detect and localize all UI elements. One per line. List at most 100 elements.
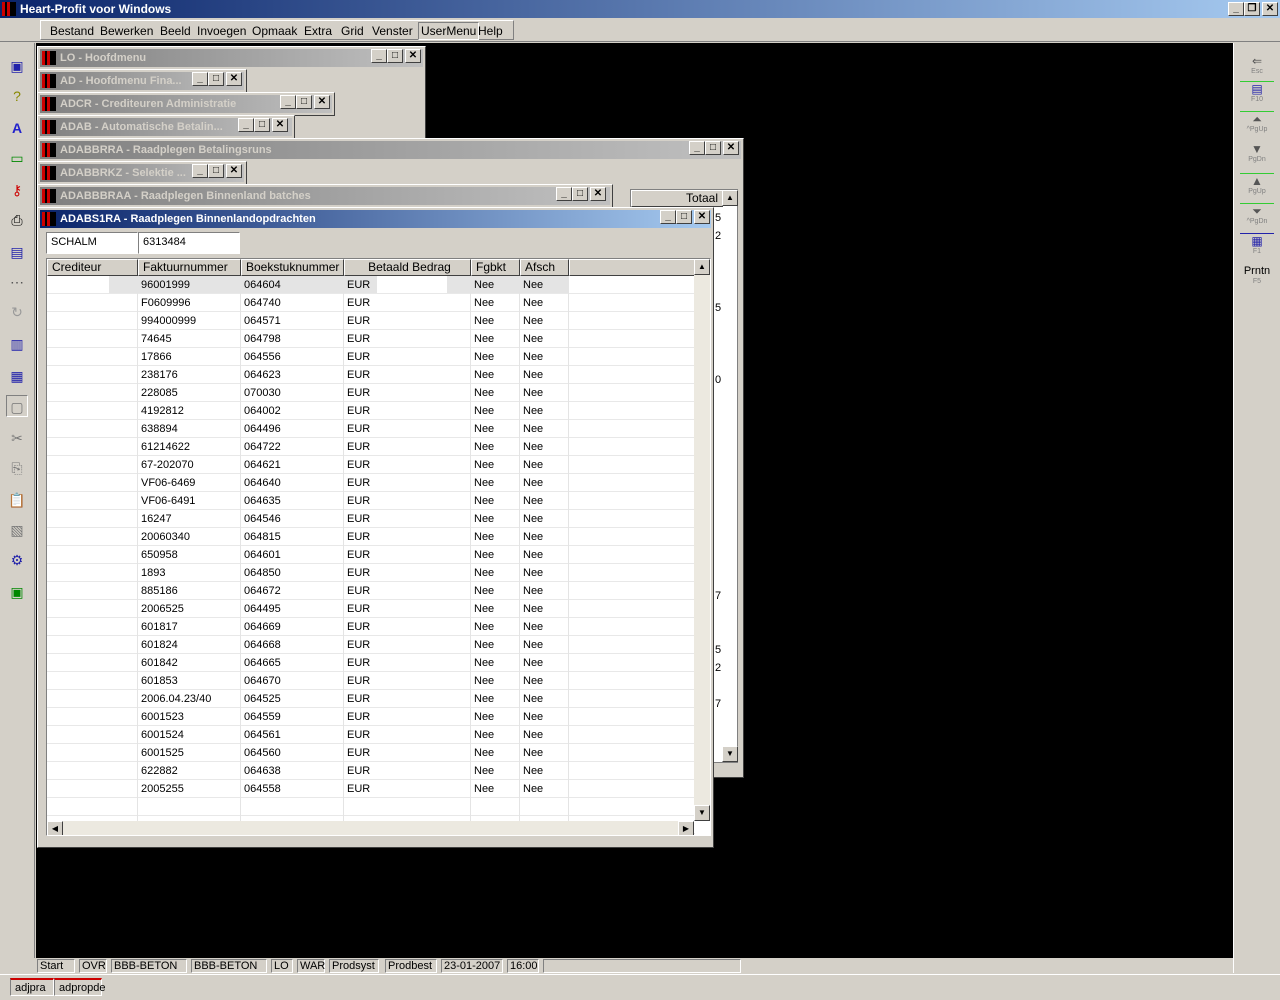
table-row[interactable]: 2006.04.23/40 064525 EUR Nee Nee xyxy=(47,690,695,708)
crediteur-field[interactable]: SCHALM xyxy=(46,232,138,254)
font-icon[interactable]: A xyxy=(6,117,28,139)
table-row[interactable]: 638894 064496 EUR Nee Nee xyxy=(47,420,695,438)
table-row[interactable]: 6001525 064560 EUR Nee Nee xyxy=(47,744,695,762)
pgup-button[interactable]: ▲ PgUp xyxy=(1238,173,1276,205)
f10-button[interactable]: ▤ F10 xyxy=(1238,81,1276,113)
table-row[interactable]: 61214622 064722 EUR Nee Nee xyxy=(47,438,695,456)
copy-icon[interactable]: ⎘ xyxy=(6,457,28,479)
scroll-right-button[interactable]: ▶ xyxy=(678,821,694,835)
minimize-button[interactable]: _ xyxy=(371,49,387,63)
restore-button[interactable]: ❐ xyxy=(1244,2,1260,16)
table-row[interactable]: 238176 064623 EUR Nee Nee xyxy=(47,366,695,384)
menu-bewerken[interactable]: Bewerken xyxy=(100,24,153,38)
window-icon[interactable]: ▣ xyxy=(6,55,28,77)
nummer-field[interactable]: 6313484 xyxy=(138,232,240,254)
maximize-button[interactable]: □ xyxy=(705,141,721,155)
status-start[interactable]: Start xyxy=(37,959,75,973)
maximize-button[interactable]: □ xyxy=(208,72,224,86)
table-row[interactable]: 96001999 064604 EUR Nee Nee xyxy=(47,276,695,294)
table-row[interactable]: 74645 064798 EUR Nee Nee xyxy=(47,330,695,348)
table-row[interactable]: 2006525 064495 EUR Nee Nee xyxy=(47,600,695,618)
menu-help[interactable]: Help xyxy=(478,24,503,38)
task-adjpra[interactable]: adjpra xyxy=(10,978,54,996)
table-row[interactable]: 16247 064546 EUR Nee Nee xyxy=(47,510,695,528)
table-row[interactable]: F0609996 064740 EUR Nee Nee xyxy=(47,294,695,312)
minimize-button[interactable]: _ xyxy=(660,210,676,224)
ctrl-pgdn-button[interactable]: ⏷ ^PgDn xyxy=(1238,203,1276,235)
table-row[interactable]: VF06-6469 064640 EUR Nee Nee xyxy=(47,474,695,492)
table-row[interactable]: 994000999 064571 EUR Nee Nee xyxy=(47,312,695,330)
menu-beeld[interactable]: Beeld xyxy=(160,24,191,38)
horizontal-scrollbar-track[interactable] xyxy=(47,821,694,835)
folder-icon[interactable]: ▭ xyxy=(6,147,28,169)
minimize-button[interactable]: _ xyxy=(192,164,208,178)
edit-form-icon[interactable]: ▥ xyxy=(6,333,28,355)
chart-icon[interactable]: ▦ xyxy=(6,365,28,387)
printer-icon[interactable]: ⎙ xyxy=(6,209,28,231)
close-button[interactable]: ✕ xyxy=(590,187,606,201)
table-row[interactable]: 2005255 064558 EUR Nee Nee xyxy=(47,780,695,798)
window-title[interactable]: ADABS1RA - Raadplegen Binnenlandopdracht… xyxy=(40,210,711,228)
cut-icon[interactable]: ✂ xyxy=(6,427,28,449)
window-title[interactable]: ADABBRRA - Raadplegen Betalingsruns xyxy=(40,141,741,159)
refresh-icon[interactable]: ↻ xyxy=(6,301,28,323)
form-icon[interactable]: ▤ xyxy=(6,241,28,263)
table-row[interactable]: 6001523 064559 EUR Nee Nee xyxy=(47,708,695,726)
col-afsch[interactable]: Afsch xyxy=(520,259,569,276)
close-button[interactable]: ✕ xyxy=(1262,2,1278,16)
maximize-button[interactable]: □ xyxy=(676,210,692,224)
scroll-down-button[interactable]: ▼ xyxy=(694,805,710,821)
monitor-icon[interactable]: ▣ xyxy=(6,581,28,603)
maximize-button[interactable]: □ xyxy=(296,95,312,109)
col-fgbkt[interactable]: Fgbkt xyxy=(471,259,520,276)
vertical-scrollbar-track[interactable] xyxy=(694,275,710,805)
f1-button[interactable]: ▦ F1 xyxy=(1238,233,1276,265)
task-adpropde[interactable]: adpropde xyxy=(54,978,106,996)
scroll-left-button[interactable]: ◀ xyxy=(47,821,63,835)
properties-icon[interactable]: ⚙ xyxy=(6,549,28,571)
col-betaald-bedrag[interactable]: Betaald Bedrag xyxy=(344,259,471,276)
scroll-up-button[interactable]: ▲ xyxy=(722,190,738,206)
minimize-button[interactable]: _ xyxy=(192,72,208,86)
close-button[interactable]: ✕ xyxy=(314,95,330,109)
scroll-down-button[interactable]: ▼ xyxy=(722,746,738,762)
table-row[interactable]: 4192812 064002 EUR Nee Nee xyxy=(47,402,695,420)
close-button[interactable]: ✕ xyxy=(226,72,242,86)
close-button[interactable]: ✕ xyxy=(405,49,421,63)
menu-grid[interactable]: Grid xyxy=(341,24,364,38)
table-row[interactable]: VF06-6491 064635 EUR Nee Nee xyxy=(47,492,695,510)
ctrl-pgup-button[interactable]: ⏶ ^PgUp xyxy=(1238,111,1276,143)
table-row[interactable]: 20060340 064815 EUR Nee Nee xyxy=(47,528,695,546)
maximize-button[interactable]: □ xyxy=(572,187,588,201)
minimize-button[interactable]: _ xyxy=(689,141,705,155)
pgdn-button[interactable]: ▼ PgDn xyxy=(1238,143,1276,173)
close-button[interactable]: ✕ xyxy=(272,118,288,132)
menu-invoegen[interactable]: Invoegen xyxy=(197,24,246,38)
paste-special-icon[interactable]: ▧ xyxy=(6,519,28,541)
maximize-button[interactable]: □ xyxy=(387,49,403,63)
minimize-button[interactable]: _ xyxy=(280,95,296,109)
menu-opmaak[interactable]: Opmaak xyxy=(252,24,297,38)
minimize-button[interactable]: _ xyxy=(1228,2,1244,16)
table-row[interactable]: 601824 064668 EUR Nee Nee xyxy=(47,636,695,654)
table-row[interactable]: 67-202070 064621 EUR Nee Nee xyxy=(47,456,695,474)
close-button[interactable]: ✕ xyxy=(226,164,242,178)
table-row[interactable]: 601817 064669 EUR Nee Nee xyxy=(47,618,695,636)
window-title[interactable]: ADABBBRAA - Raadplegen Binnenland batche… xyxy=(40,187,610,205)
close-button[interactable]: ✕ xyxy=(723,141,739,155)
table-row[interactable]: 17866 064556 EUR Nee Nee xyxy=(47,348,695,366)
help-icon[interactable]: ? xyxy=(6,85,28,107)
col-crediteur[interactable]: Crediteur xyxy=(47,259,138,276)
minimize-button[interactable]: _ xyxy=(238,118,254,132)
print-button[interactable]: Prntn F5 xyxy=(1238,265,1276,295)
paste-icon[interactable]: 📋 xyxy=(6,489,28,511)
close-button[interactable]: ✕ xyxy=(694,210,710,224)
menu-bestand[interactable]: Bestand xyxy=(50,24,94,38)
dots-icon[interactable]: ⋯ xyxy=(6,271,28,293)
menu-venster[interactable]: Venster xyxy=(372,24,413,38)
table-row[interactable]: 622882 064638 EUR Nee Nee xyxy=(47,762,695,780)
table-row[interactable]: 601842 064665 EUR Nee Nee xyxy=(47,654,695,672)
table-row[interactable]: 228085 070030 EUR Nee Nee xyxy=(47,384,695,402)
table-row[interactable]: 6001524 064561 EUR Nee Nee xyxy=(47,726,695,744)
table-row[interactable]: 1893 064850 EUR Nee Nee xyxy=(47,564,695,582)
